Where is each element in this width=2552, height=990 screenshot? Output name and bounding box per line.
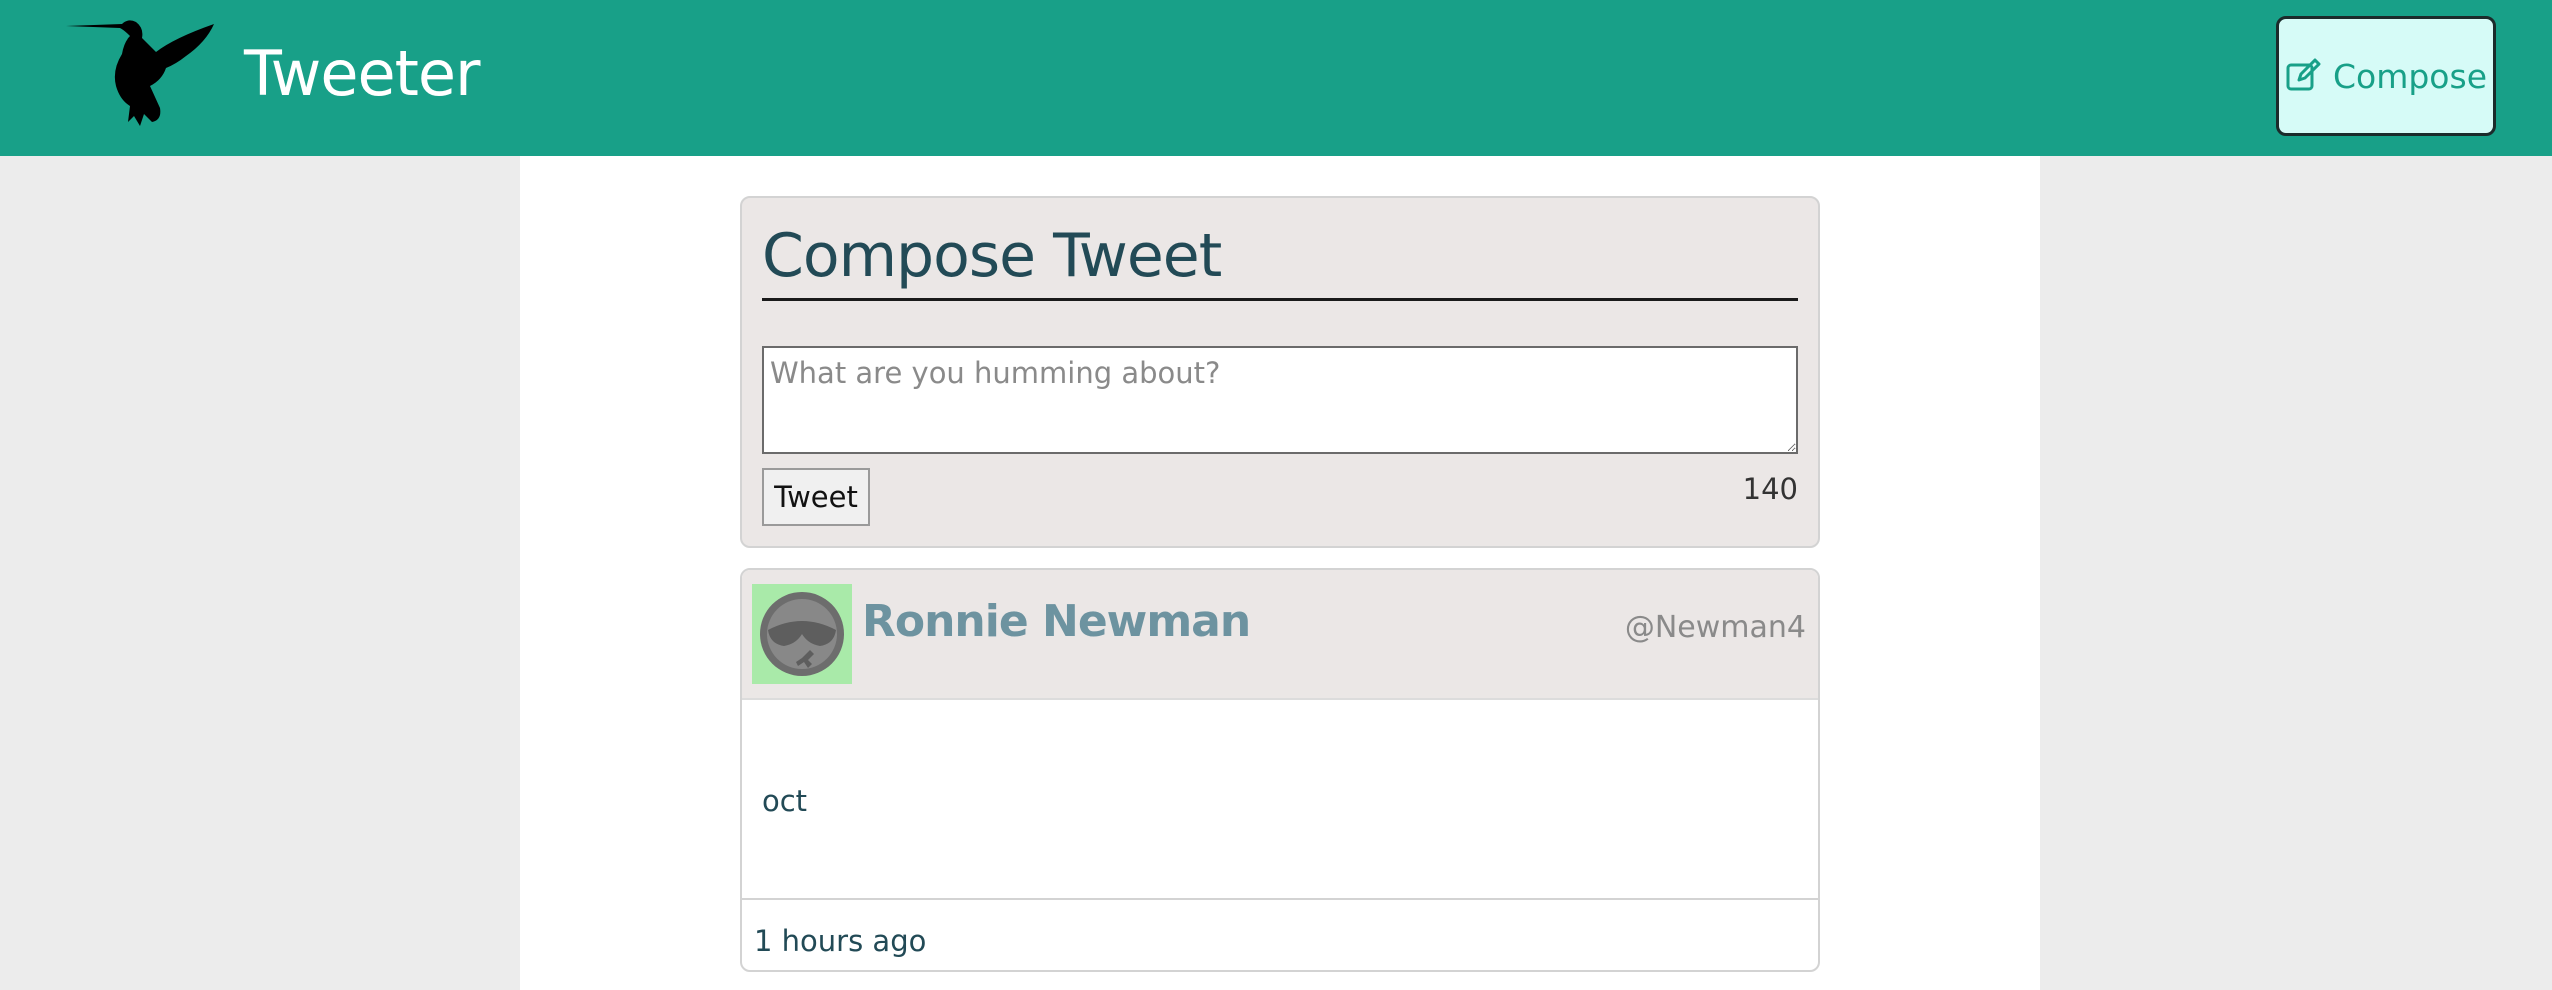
tweet-header: Ronnie Newman @Newman4 [742, 570, 1818, 700]
tweet-timestamp: 1 hours ago [754, 924, 927, 958]
compose-tweet-panel: Compose Tweet Tweet 140 [740, 196, 1820, 548]
tweet-footer: 1 hours ago [742, 898, 1818, 970]
character-counter: 140 [1742, 472, 1798, 506]
tweet-author-name: Ronnie Newman [862, 596, 1251, 647]
edit-icon [2286, 58, 2321, 91]
compose-button[interactable]: Compose [2276, 16, 2496, 136]
compose-heading: Compose Tweet [762, 216, 1798, 301]
hummingbird-icon [66, 20, 214, 126]
app-title: Tweeter [244, 37, 481, 110]
tweet-author-handle: @Newman4 [1624, 610, 1806, 645]
top-navbar: Tweeter Compose [0, 0, 2552, 156]
compose-button-label: Compose [2332, 56, 2487, 96]
tweet-content: oct [762, 784, 808, 818]
avatar-sunglasses-icon [760, 592, 844, 676]
avatar [752, 584, 852, 684]
tweet-card: Ronnie Newman @Newman4 oct 1 hours ago [740, 568, 1820, 972]
tweet-textarea[interactable] [762, 346, 1798, 454]
tweet-submit-button[interactable]: Tweet [762, 468, 870, 526]
